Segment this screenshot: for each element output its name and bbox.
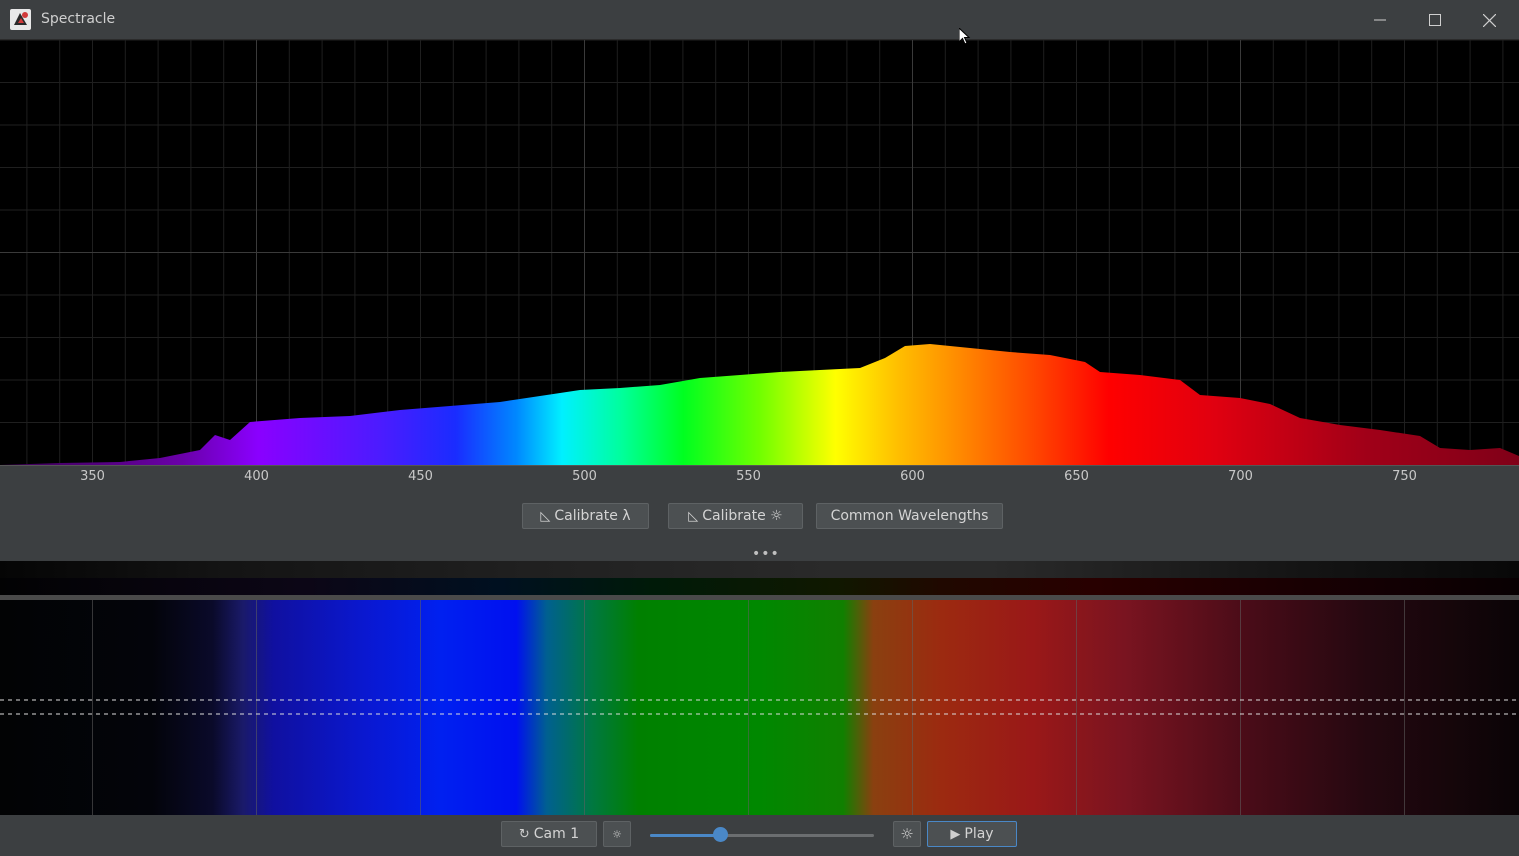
calibrate-intensity-button[interactable]: ◺ Calibrate ☼	[668, 503, 803, 529]
calibrate-wavelength-label: Calibrate λ	[554, 508, 631, 524]
calibrate-wavelength-button[interactable]: ◺ Calibrate λ	[522, 503, 649, 529]
close-button[interactable]	[1462, 0, 1517, 40]
more-options-handle[interactable]: •••	[752, 546, 780, 562]
ruler-icon: ◺	[540, 508, 551, 524]
common-wavelengths-button[interactable]: Common Wavelengths	[816, 503, 1003, 529]
brightness-increase-button[interactable]: ☼	[893, 821, 921, 847]
exposure-slider-knob[interactable]	[713, 827, 728, 842]
maximize-icon	[1428, 14, 1441, 26]
wavelength-tick-label: 400	[244, 469, 269, 484]
play-icon: ▶	[950, 826, 961, 842]
wavelength-tick-label: 500	[572, 469, 597, 484]
sun-large-icon: ☼	[900, 825, 914, 843]
window-title: Spectracle	[41, 11, 116, 27]
spectrum-graph[interactable]	[0, 39, 1519, 465]
wavelength-tick-label: 350	[80, 469, 105, 484]
wavelength-tick-label: 450	[408, 469, 433, 484]
ruler-icon: ◺	[688, 508, 699, 524]
brightness-decrease-button[interactable]: ☼	[603, 821, 631, 847]
sun-small-icon: ☼	[612, 827, 622, 841]
title-bar: Spectracle	[0, 0, 1519, 40]
mouse-cursor-icon	[959, 28, 971, 45]
wavelength-axis: 350 400 450 500 550 600 650 700 750	[0, 465, 1519, 488]
common-wavelengths-label: Common Wavelengths	[830, 508, 989, 524]
camera-select-button[interactable]: ↻ Cam 1	[501, 821, 597, 847]
wavelength-tick-label: 700	[1228, 469, 1253, 484]
wavelength-tick-label: 600	[900, 469, 925, 484]
wavelength-tick-label: 750	[1392, 469, 1417, 484]
wavelength-tick-label: 650	[1064, 469, 1089, 484]
play-label: Play	[964, 826, 994, 842]
camera-select-label: Cam 1	[533, 826, 580, 842]
camera-preview-strip	[0, 561, 1519, 595]
wavelength-tick-label: 550	[736, 469, 761, 484]
camera-view[interactable]	[0, 561, 1519, 815]
camera-spectrum-image	[0, 600, 1519, 815]
app-logo-icon	[10, 9, 31, 30]
refresh-icon: ↻	[518, 826, 530, 842]
minimize-button[interactable]	[1352, 0, 1407, 40]
minimize-icon	[1373, 19, 1386, 21]
exposure-slider-fill	[650, 834, 721, 837]
close-icon	[1483, 13, 1496, 27]
spectrum-plot	[0, 39, 1519, 465]
maximize-button[interactable]	[1407, 0, 1462, 40]
calibrate-intensity-label: Calibrate ☼	[702, 508, 783, 524]
play-button[interactable]: ▶ Play	[927, 821, 1017, 847]
